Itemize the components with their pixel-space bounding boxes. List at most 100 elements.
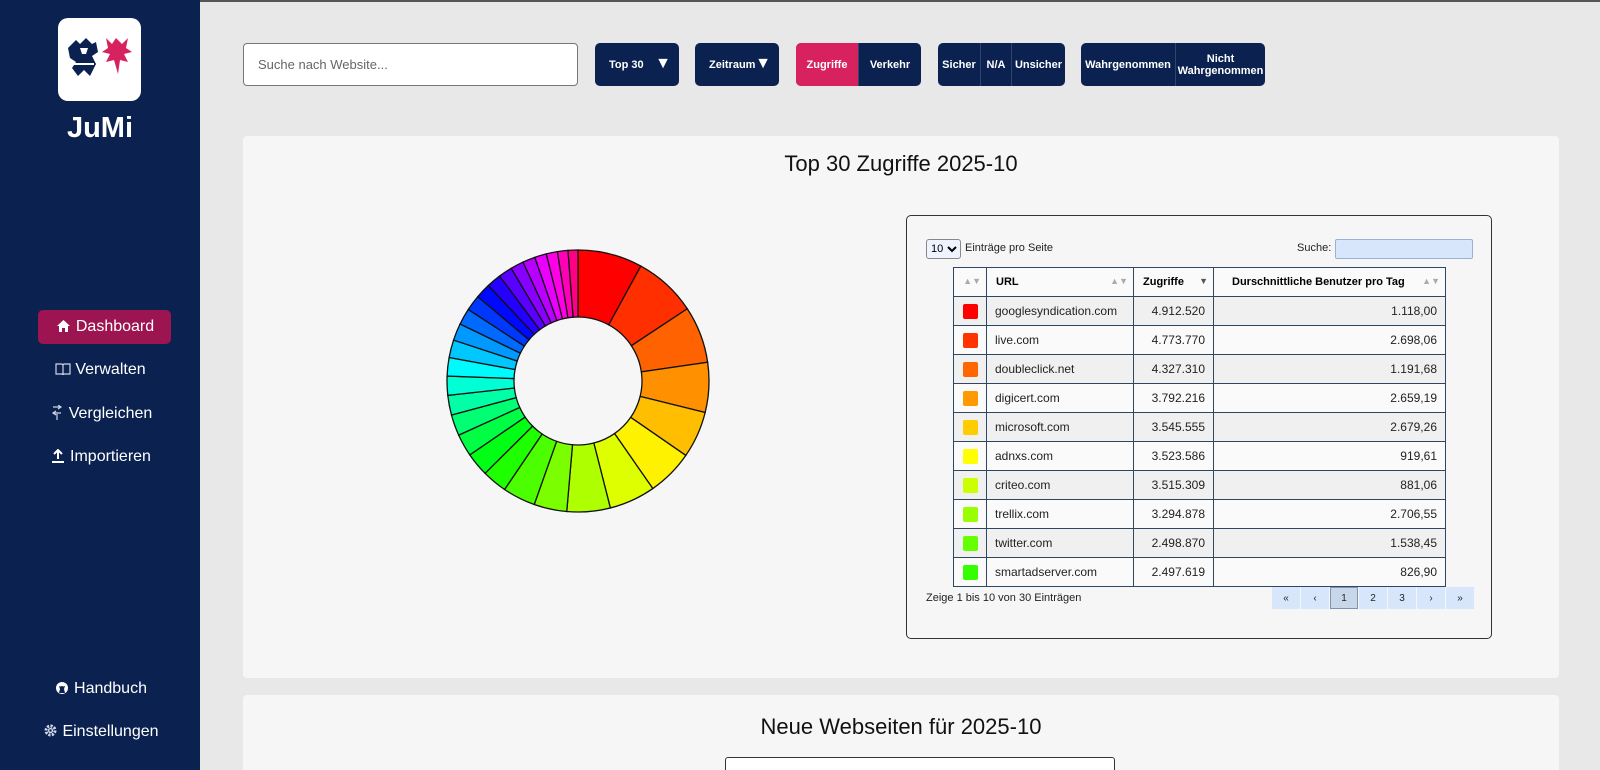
url-cell: adnxs.com	[986, 441, 1134, 471]
hits-cell: 3.792.216	[1133, 383, 1214, 413]
url-column-header[interactable]: URL ▲▼	[986, 267, 1134, 297]
color-column-header[interactable]: ▲▼	[953, 267, 987, 297]
table-row: smartadserver.com 2.497.619 826,90	[953, 557, 1446, 587]
color-swatch	[962, 477, 978, 493]
chevron-down-icon: ▼	[755, 55, 771, 72]
compare-arrows-icon	[48, 404, 66, 423]
app-name: JuMi	[66, 112, 134, 144]
column-label: URL	[996, 276, 1019, 288]
data-table-container: 10 Einträge pro Seite Suche: ▲▼ URL ▲▼ Z…	[906, 215, 1492, 639]
safety-toggle: Sicher N/A Unsicher	[938, 43, 1065, 86]
url-cell: live.com	[986, 325, 1134, 355]
hits-cell: 4.327.310	[1133, 354, 1214, 384]
top-sites-table: ▲▼ URL ▲▼ Zugriffe ▼ Durschnittliche Ben…	[953, 267, 1446, 587]
toggle-unsicher[interactable]: Unsicher	[1011, 43, 1065, 86]
toggle-nicht-wahrgenommen[interactable]: Nicht Wahrgenommen	[1175, 43, 1265, 86]
period-dropdown[interactable]: Zeitraum ▼	[695, 43, 779, 86]
last-page-button[interactable]: »	[1446, 587, 1474, 609]
url-cell: doubleclick.net	[986, 354, 1134, 384]
new-sites-box	[725, 757, 1115, 770]
sidebar-item-einstellungen[interactable]: Einstellungen	[0, 715, 200, 749]
toggle-sicher[interactable]: Sicher	[938, 43, 980, 86]
sort-desc-icon: ▼	[1199, 276, 1208, 286]
next-page-button[interactable]: ›	[1417, 587, 1445, 609]
top-sites-panel: Top 30 Zugriffe 2025-10 10 Einträge pro …	[243, 136, 1559, 678]
avg-users-cell: 2.706,55	[1213, 499, 1446, 529]
top-dropdown[interactable]: Top 30 ▼	[595, 43, 679, 86]
window-top-border	[0, 0, 1600, 2]
hits-cell: 2.498.870	[1133, 528, 1214, 558]
gear-icon	[41, 723, 59, 741]
color-cell	[953, 325, 987, 355]
sidebar-item-vergleichen[interactable]: Vergleichen	[0, 397, 200, 431]
panel-title: Top 30 Zugriffe 2025-10	[784, 151, 1018, 176]
github-icon	[53, 681, 71, 698]
table-body: googlesyndication.com 4.912.520 1.118,00 li…	[953, 296, 1446, 587]
pagination: « ‹ 1 2 3 › »	[1271, 587, 1474, 609]
sidebar-item-handbuch[interactable]: Handbuch	[0, 672, 200, 706]
color-swatch	[962, 332, 978, 348]
table-row: doubleclick.net 4.327.310 1.191,68	[953, 354, 1446, 384]
entries-per-page-label: Einträge pro Seite	[965, 242, 1054, 254]
table-info: Zeige 1 bis 10 von 30 Einträgen	[926, 592, 1082, 604]
url-cell: smartadserver.com	[986, 557, 1134, 587]
column-label: Durschnittliche Benutzer pro Tag	[1232, 276, 1405, 288]
website-search-input[interactable]	[243, 43, 578, 86]
avg-users-cell: 2.679,26	[1213, 412, 1446, 442]
perception-toggle: Wahrgenommen Nicht Wahrgenommen	[1081, 43, 1265, 86]
page-3-button[interactable]: 3	[1388, 587, 1416, 609]
toggle-verkehr[interactable]: Verkehr	[858, 43, 921, 86]
new-sites-panel: Neue Webseiten für 2025-10	[243, 695, 1559, 770]
url-cell: trellix.com	[986, 499, 1134, 529]
color-cell	[953, 470, 987, 500]
color-swatch	[962, 506, 978, 522]
coat-of-arms-logo-icon	[68, 38, 132, 76]
toggle-zugriffe[interactable]: Zugriffe	[796, 43, 858, 86]
logo[interactable]	[58, 18, 141, 101]
prev-page-button[interactable]: ‹	[1301, 587, 1329, 609]
book-icon	[54, 362, 72, 378]
sidebar-item-verwalten[interactable]: Verwalten	[0, 353, 200, 387]
color-swatch	[962, 564, 978, 580]
page-2-button[interactable]: 2	[1359, 587, 1387, 609]
avg-users-cell: 881,06	[1213, 470, 1446, 500]
period-dropdown-label: Zeitraum	[709, 58, 756, 71]
sidebar-item-label: Dashboard	[75, 318, 155, 335]
entries-per-page-select[interactable]: 10	[926, 239, 961, 259]
avg-users-cell: 1.118,00	[1213, 296, 1446, 326]
avg-users-column-header[interactable]: Durschnittliche Benutzer pro Tag ▲▼	[1213, 267, 1446, 297]
panel-title: Neue Webseiten für 2025-10	[760, 714, 1042, 739]
sidebar: JuMi Dashboard Verwalten Vergleichen Imp…	[0, 0, 200, 770]
color-swatch	[962, 535, 978, 551]
table-search-input[interactable]	[1335, 239, 1473, 259]
hits-cell: 4.912.520	[1133, 296, 1214, 326]
color-cell	[953, 499, 987, 529]
donut-chart	[446, 249, 710, 513]
hits-column-header[interactable]: Zugriffe ▼	[1133, 267, 1214, 297]
toggle-na[interactable]: N/A	[980, 43, 1011, 86]
avg-users-cell: 826,90	[1213, 557, 1446, 587]
color-cell	[953, 354, 987, 384]
table-row: digicert.com 3.792.216 2.659,19	[953, 383, 1446, 413]
color-swatch	[962, 390, 978, 406]
avg-users-cell: 1.538,45	[1213, 528, 1446, 558]
sort-icon: ▲▼	[963, 276, 981, 286]
color-swatch	[962, 448, 978, 464]
sidebar-item-label: Verwalten	[75, 361, 146, 378]
url-cell: googlesyndication.com	[986, 296, 1134, 326]
sidebar-item-label: Vergleichen	[68, 405, 153, 422]
chevron-down-icon: ▼	[655, 55, 671, 72]
sidebar-item-importieren[interactable]: Importieren	[0, 440, 200, 474]
first-page-button[interactable]: «	[1272, 587, 1300, 609]
table-row: trellix.com 3.294.878 2.706,55	[953, 499, 1446, 529]
color-cell	[953, 296, 987, 326]
page-1-button[interactable]: 1	[1330, 587, 1358, 609]
sidebar-item-dashboard[interactable]: Dashboard	[38, 310, 171, 344]
url-cell: digicert.com	[986, 383, 1134, 413]
table-row: googlesyndication.com 4.912.520 1.118,00	[953, 296, 1446, 326]
url-cell: twitter.com	[986, 528, 1134, 558]
color-cell	[953, 383, 987, 413]
avg-users-cell: 919,61	[1213, 441, 1446, 471]
toggle-wahrgenommen[interactable]: Wahrgenommen	[1081, 43, 1175, 86]
sort-icon: ▲▼	[1422, 276, 1440, 286]
